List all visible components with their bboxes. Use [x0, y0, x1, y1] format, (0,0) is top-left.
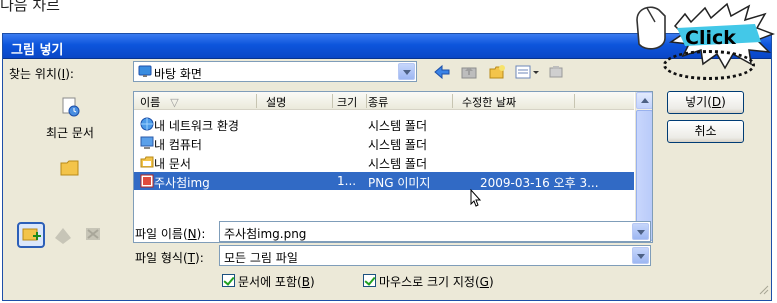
cancel-button[interactable]: 취소 [667, 120, 744, 143]
col-size[interactable]: 크기 [337, 94, 357, 110]
col-divider[interactable] [332, 94, 333, 108]
sort-indicator-icon: ▽ [170, 96, 179, 109]
png-image-icon [140, 174, 154, 188]
mouse-cursor-icon [470, 188, 482, 210]
filename-value: 주사첨img.png [224, 227, 307, 241]
filetype-dropdown[interactable]: 모든 그림 파일 [219, 245, 651, 266]
lookin-value: 바탕 화면 [154, 67, 202, 81]
file-row-computer[interactable]: 내 컴퓨터 시스템 폴더 [134, 134, 634, 152]
up-folder-icon[interactable] [461, 64, 479, 80]
file-name: 내 네트워크 환경 [154, 119, 239, 133]
add-picture-icon[interactable] [17, 222, 45, 248]
col-divider[interactable] [366, 94, 367, 108]
col-description[interactable]: 설명 [266, 94, 286, 110]
place-folder[interactable] [11, 158, 129, 180]
embed-in-document-checkbox[interactable] [222, 274, 235, 287]
place-recent-documents[interactable]: 최근 문서 [11, 96, 129, 141]
chevron-down-icon[interactable] [632, 223, 649, 240]
file-type: PNG 이미지 [368, 176, 431, 190]
col-divider[interactable] [574, 94, 575, 108]
recent-documents-icon [11, 96, 129, 118]
chevron-down-icon[interactable] [398, 63, 415, 80]
col-modified[interactable]: 수정한 날짜 [462, 94, 516, 110]
chevron-down-icon[interactable] [632, 247, 649, 264]
click-text: Click [685, 27, 736, 49]
col-type[interactable]: 종류 [368, 94, 388, 110]
col-name[interactable]: 이름 ▽ [140, 94, 179, 110]
insert-button[interactable]: 넣기(D) [667, 91, 744, 114]
window-title: 그림 넣기 [11, 43, 64, 58]
scroll-up-arrow-icon[interactable] [636, 92, 652, 109]
resize-grip-icon[interactable] [757, 283, 769, 298]
mouse-icon [636, 6, 666, 50]
col-divider[interactable] [452, 94, 453, 108]
disabled-tool-icon [49, 222, 77, 248]
file-name: 주사첨img [154, 176, 210, 190]
vertical-scrollbar[interactable] [635, 92, 652, 242]
my-documents-icon [140, 155, 154, 169]
filetype-value: 모든 그림 파일 [224, 251, 298, 265]
desktop-icon [138, 64, 152, 78]
filename-label: 파일 이름(N): [135, 227, 206, 241]
network-places-icon [140, 117, 154, 131]
back-icon[interactable] [433, 64, 451, 80]
my-computer-icon [140, 136, 154, 150]
file-type: 시스템 폴더 [368, 157, 428, 171]
file-row-documents[interactable]: 내 문서 시스템 폴더 [134, 153, 634, 171]
filename-input[interactable]: 주사첨img.png [219, 221, 651, 242]
file-type: 시스템 폴더 [368, 119, 428, 133]
screenshot-root: 다음 차르 그림 넣기 찾는 위치(I): 바탕 화면 최근 문서 이름 ▽ 설… [0, 0, 777, 303]
file-row-network[interactable]: 내 네트워크 환경 시스템 폴더 [134, 115, 634, 133]
page-caption: 다음 차르 [0, 0, 60, 14]
file-type: 시스템 폴더 [368, 138, 428, 152]
filetype-label: 파일 형식(T): [135, 251, 204, 265]
views-menu-icon[interactable] [515, 64, 541, 80]
file-modified: 2009-03-16 오후 3... [480, 176, 599, 190]
highlight-ring [663, 50, 755, 80]
lookin-dropdown[interactable]: 바탕 화면 [133, 61, 417, 82]
tools-icon[interactable] [548, 64, 566, 80]
file-row-image[interactable]: 주사첨img 1... PNG 이미지 2009-03-16 오후 3... [134, 172, 634, 190]
folder-icon [11, 158, 129, 180]
col-divider[interactable] [256, 94, 257, 108]
file-name: 내 컴퓨터 [154, 138, 202, 152]
disabled-delete-icon [79, 222, 107, 248]
mouse-resize-label[interactable]: 마우스로 크기 지정(G) [379, 273, 494, 290]
file-size: 1... [337, 174, 357, 188]
file-name: 내 문서 [154, 157, 191, 171]
click-callout: Click [625, 0, 775, 80]
mouse-resize-checkbox[interactable] [363, 274, 376, 287]
list-header: 이름 ▽ 설명 크기 종류 수정한 날짜 [134, 92, 634, 110]
new-folder-icon[interactable] [489, 64, 507, 80]
place-label: 최근 문서 [46, 126, 94, 140]
lookin-label: 찾는 위치(I): [9, 67, 74, 81]
embed-in-document-label[interactable]: 문서에 포함(B) [238, 273, 315, 290]
